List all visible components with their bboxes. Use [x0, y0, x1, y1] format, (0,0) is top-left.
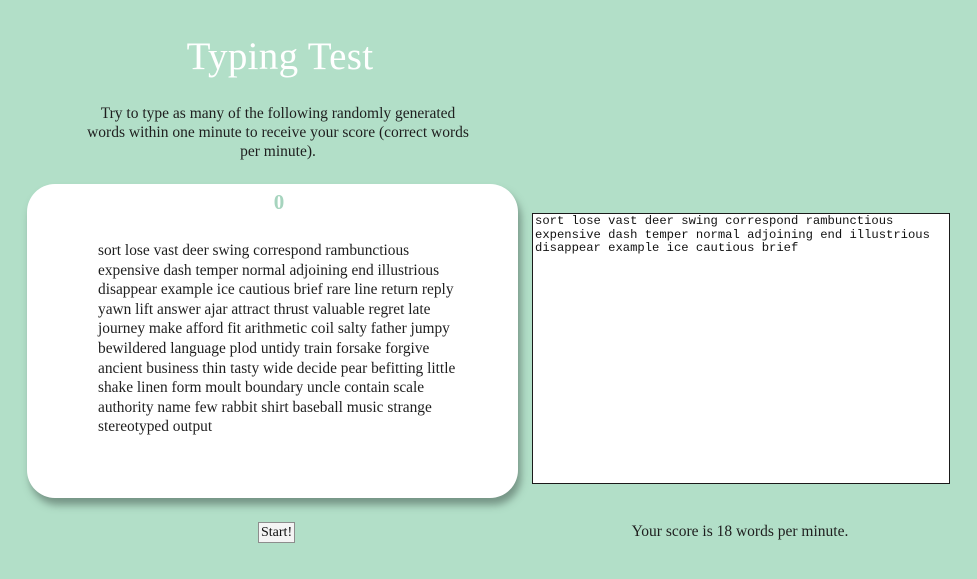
- page-title: Typing Test: [186, 35, 374, 78]
- typing-input[interactable]: sort lose vast deer swing correspond ram…: [532, 213, 950, 484]
- start-button[interactable]: Start!: [258, 522, 296, 543]
- score-text: Your score is 18 words per minute.: [631, 523, 849, 540]
- instructions-text: Try to type as many of the following ran…: [87, 105, 469, 160]
- word-card: 0 sort lose vast deer swing correspond r…: [27, 184, 518, 498]
- word-list: sort lose vast deer swing correspond ram…: [98, 242, 456, 436]
- timer-display: 0: [273, 190, 285, 214]
